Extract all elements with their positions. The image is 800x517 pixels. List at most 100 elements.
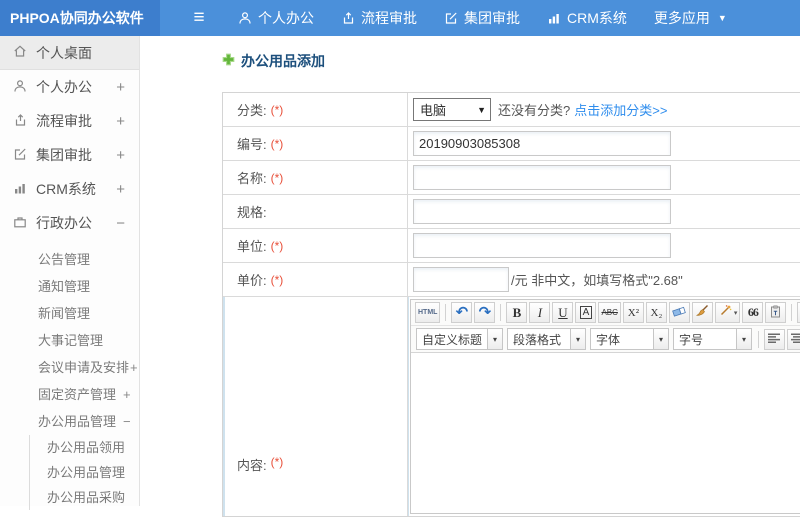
sidebar-item-news-mgmt[interactable]: 新闻管理 [0, 300, 139, 327]
italic-icon: I [537, 304, 543, 320]
sidebar-item-personal-office[interactable]: 个人办公 + [0, 70, 139, 104]
sidebar-item-admin-office[interactable]: 行政办公 − [0, 206, 139, 240]
bold-button[interactable]: B [506, 302, 528, 323]
italic-button[interactable]: I [529, 302, 551, 323]
category-select[interactable]: 电脑 ▼ [413, 98, 491, 121]
sidebar-item-events-mgmt[interactable]: 大事记管理 [0, 327, 139, 354]
rich-text-editor: HTML ↶ ↷ B I U A ABC X² X₂ ▾ 66 自定义标题 ▾ … [410, 299, 800, 514]
office-supplies-submenu: 办公用品领用 办公用品管理 办公用品采购 [29, 435, 139, 510]
align-left-button[interactable] [764, 328, 786, 350]
underline-button[interactable]: U [552, 302, 574, 323]
sidebar-item-crm-system[interactable]: CRM系统 + [0, 172, 139, 206]
expand-toggle-icon[interactable]: + [116, 113, 125, 130]
form-row-spec: 规格: [223, 195, 800, 229]
hamburger-menu-icon[interactable]: ≡ [160, 0, 238, 36]
required-mark: (*) [270, 272, 284, 287]
underline-icon: U [558, 304, 568, 320]
undo-icon: ↶ [455, 304, 469, 321]
nav-label: 集团审批 [464, 10, 520, 26]
unit-input[interactable] [413, 233, 671, 258]
strikethrough-button[interactable]: ABC [598, 302, 621, 323]
paste-as-text-button[interactable] [765, 302, 787, 323]
sidebar-item-notice-mgmt[interactable]: 通知管理 [0, 273, 139, 300]
font-family-select[interactable]: 字体 ▾ [590, 328, 670, 350]
form-row-category: 分类: (*) 电脑 ▼ 还没有分类? 点击添加分类>> [223, 93, 800, 127]
superscript-button[interactable]: X² [622, 302, 644, 323]
name-input[interactable] [413, 165, 671, 190]
sidebar-item-meeting-mgmt[interactable]: 会议申请及安排+ [0, 354, 139, 381]
form-row-unit: 单位: (*) [223, 229, 800, 263]
nav-group-approval[interactable]: 集团审批 [444, 8, 520, 28]
form-row-code: 编号: (*) [223, 127, 800, 161]
user-icon [238, 11, 252, 25]
sidebar-item-group-approval[interactable]: 集团审批 + [0, 138, 139, 172]
code-label: 编号: (*) [223, 127, 408, 160]
nav-label: 流程审批 [361, 10, 417, 26]
paragraph-format-select[interactable]: 段落格式 ▾ [507, 328, 587, 350]
sidebar-item-label: 行政办公 [36, 215, 92, 231]
bar-chart-icon [13, 181, 27, 198]
workflow-icon [341, 11, 355, 25]
category-value-cell: 电脑 ▼ 还没有分类? 点击添加分类>> [408, 93, 800, 126]
nav-personal-office[interactable]: 个人办公 [238, 8, 314, 28]
remove-format-button[interactable] [668, 302, 690, 323]
expand-toggle-icon[interactable]: + [116, 181, 125, 198]
blockquote-button[interactable]: 66 [742, 302, 764, 323]
sidebar-item-supplies-claim[interactable]: 办公用品领用 [30, 435, 139, 460]
nav-workflow-approval[interactable]: 流程审批 [341, 8, 417, 28]
collapse-toggle-icon[interactable]: − [116, 215, 125, 232]
sidebar-item-office-supplies-mgmt[interactable]: 办公用品管理 − [0, 408, 139, 435]
price-input[interactable] [413, 267, 509, 292]
nav-more-apps[interactable]: 更多应用 ▼ [654, 8, 727, 28]
workflow-icon [13, 113, 27, 130]
sidebar-item-label: 个人办公 [36, 79, 92, 95]
submenu-label: 大事记管理 [38, 333, 104, 348]
spec-input[interactable] [413, 199, 671, 224]
main-content: 办公用品添加 分类: (*) 电脑 ▼ 还没有分类? 点击添加分类>> 编号: … [140, 36, 800, 517]
content-label: 内容: (*) [223, 297, 408, 516]
expand-toggle-icon[interactable]: + [116, 147, 125, 164]
sidebar-item-label: CRM系统 [36, 181, 96, 197]
code-input[interactable] [413, 131, 671, 156]
sidebar-item-fixed-assets-mgmt[interactable]: 固定资产管理 + [0, 381, 139, 408]
font-size-select[interactable]: 字号 ▾ [673, 328, 753, 350]
field-label: 规格: [237, 205, 267, 220]
font-style-button[interactable]: A [575, 302, 597, 323]
collapse-toggle-icon: − [123, 414, 131, 429]
edit-square-icon [444, 11, 458, 25]
sidebar-item-supplies-manage[interactable]: 办公用品管理 [30, 460, 139, 485]
source-code-button[interactable]: HTML [415, 302, 441, 323]
undo-button[interactable]: ↶ [451, 302, 473, 323]
category-selected-value: 电脑 [420, 103, 447, 118]
subscript-button[interactable]: X₂ [645, 302, 667, 323]
expand-toggle-icon: + [123, 387, 131, 402]
strikethrough-icon: ABC [601, 308, 618, 317]
edit-square-icon [13, 147, 27, 164]
code-value-cell [408, 127, 800, 160]
required-mark: (*) [270, 455, 284, 469]
nav-label: 更多应用 [653, 10, 710, 26]
form-row-price: 单价: (*) /元 非中文，如填写格式"2.68" [223, 263, 800, 297]
caret-down-icon: ▾ [736, 329, 752, 349]
bold-icon: B [512, 304, 522, 320]
sidebar-item-workflow-approval[interactable]: 流程审批 + [0, 104, 139, 138]
redo-button[interactable]: ↷ [474, 302, 496, 323]
editor-toolbar-row2: 自定义标题 ▾ 段落格式 ▾ 字体 ▾ 字号 ▾ [411, 326, 800, 353]
sidebar-item-supplies-purchase[interactable]: 办公用品采购 [30, 485, 139, 510]
format-brush-button[interactable] [691, 302, 713, 323]
custom-heading-select[interactable]: 自定义标题 ▾ [416, 328, 504, 350]
auto-format-button[interactable]: ▾ [714, 302, 741, 323]
submenu-label: 会议申请及安排 [38, 360, 130, 375]
required-mark: (*) [270, 102, 284, 117]
nav-crm-system[interactable]: CRM系统 [547, 8, 627, 28]
field-label: 分类: [237, 103, 267, 118]
align-center-button[interactable] [787, 328, 800, 350]
editor-body[interactable] [411, 353, 800, 513]
caret-down-icon: ▼ [717, 13, 727, 23]
sidebar-item-announcement-mgmt[interactable]: 公告管理 [0, 246, 139, 273]
submenu-label: 公告管理 [38, 252, 91, 267]
sidebar-item-personal-desktop[interactable]: 个人桌面 [0, 36, 139, 70]
expand-toggle-icon[interactable]: + [116, 79, 125, 96]
add-plus-icon [222, 53, 235, 69]
add-category-link[interactable]: 点击添加分类>> [574, 100, 667, 119]
